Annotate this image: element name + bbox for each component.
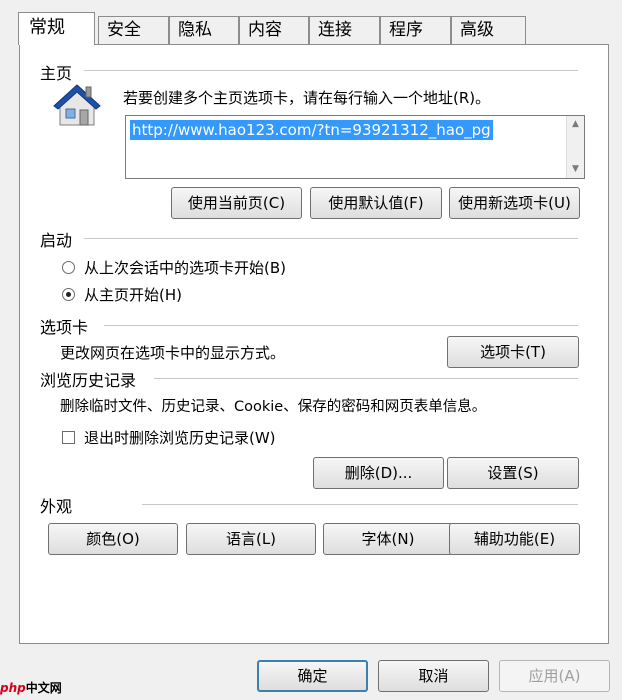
tabs-divider: [104, 325, 578, 326]
homepage-url-scrollbar[interactable]: ▲ ▼: [566, 116, 584, 178]
scroll-up-icon[interactable]: ▲: [567, 116, 584, 133]
home-icon: [53, 84, 101, 126]
history-description: 删除临时文件、历史记录、Cookie、保存的密码和网页表单信息。: [60, 399, 487, 415]
watermark-text: 中文网: [25, 681, 62, 695]
appearance-divider: [142, 504, 578, 505]
tab-connections[interactable]: 连接: [309, 16, 380, 44]
radio-last-session-label[interactable]: 从上次会话中的选项卡开始(B): [84, 257, 286, 278]
use-current-page-button[interactable]: 使用当前页(C): [171, 187, 302, 219]
tabs-section-title: 选项卡: [40, 318, 89, 337]
tabs-description: 更改网页在选项卡中的显示方式。: [60, 344, 286, 362]
radio-last-session[interactable]: [62, 261, 75, 274]
watermark-logo: php: [0, 681, 26, 695]
delete-history-button[interactable]: 删除(D)...: [313, 457, 444, 489]
ok-button[interactable]: 确定: [257, 660, 368, 692]
tabs-settings-button[interactable]: 选项卡(T): [447, 336, 579, 368]
homepage-instruction: 若要创建多个主页选项卡，请在每行输入一个地址(R)。: [123, 89, 491, 107]
delete-on-exit-label[interactable]: 退出时删除浏览历史记录(W): [84, 427, 276, 448]
tab-content[interactable]: 内容: [239, 16, 309, 44]
history-section-title: 浏览历史记录: [40, 371, 137, 390]
appearance-section-title: 外观: [40, 497, 73, 516]
use-new-tab-button[interactable]: 使用新选项卡(U): [449, 187, 580, 219]
fonts-button[interactable]: 字体(N): [323, 523, 453, 555]
startup-section-title: 启动: [40, 231, 73, 250]
startup-divider: [84, 238, 578, 239]
history-divider: [154, 378, 578, 379]
use-default-button[interactable]: 使用默认值(F): [310, 187, 442, 219]
homepage-url-input[interactable]: http://www.hao123.com/?tn=93921312_hao_p…: [125, 115, 585, 179]
tab-privacy[interactable]: 隐私: [169, 16, 239, 44]
general-tab-panel: 主页 若要创建多个主页选项卡，请在每行输入一个地址(R)。 http://www…: [19, 44, 609, 644]
radio-home-page[interactable]: [62, 288, 75, 301]
apply-button[interactable]: 应用(A): [499, 660, 610, 692]
homepage-url-value[interactable]: http://www.hao123.com/?tn=93921312_hao_p…: [130, 120, 493, 140]
tab-advanced[interactable]: 高级: [451, 16, 526, 44]
colors-button[interactable]: 颜色(O): [48, 523, 178, 555]
tab-security[interactable]: 安全: [98, 16, 169, 44]
languages-button[interactable]: 语言(L): [186, 523, 316, 555]
delete-on-exit-checkbox[interactable]: [62, 431, 75, 444]
cancel-button[interactable]: 取消: [378, 660, 489, 692]
tab-general[interactable]: 常规: [18, 12, 95, 45]
tab-programs[interactable]: 程序: [380, 16, 451, 44]
scroll-down-icon[interactable]: ▼: [567, 161, 584, 178]
accessibility-button[interactable]: 辅助功能(E): [449, 523, 580, 555]
homepage-divider: [84, 70, 578, 71]
watermark: php中文网: [0, 676, 88, 700]
history-settings-button[interactable]: 设置(S): [447, 457, 579, 489]
radio-home-page-label[interactable]: 从主页开始(H): [84, 284, 182, 305]
homepage-section-title: 主页: [40, 64, 73, 83]
